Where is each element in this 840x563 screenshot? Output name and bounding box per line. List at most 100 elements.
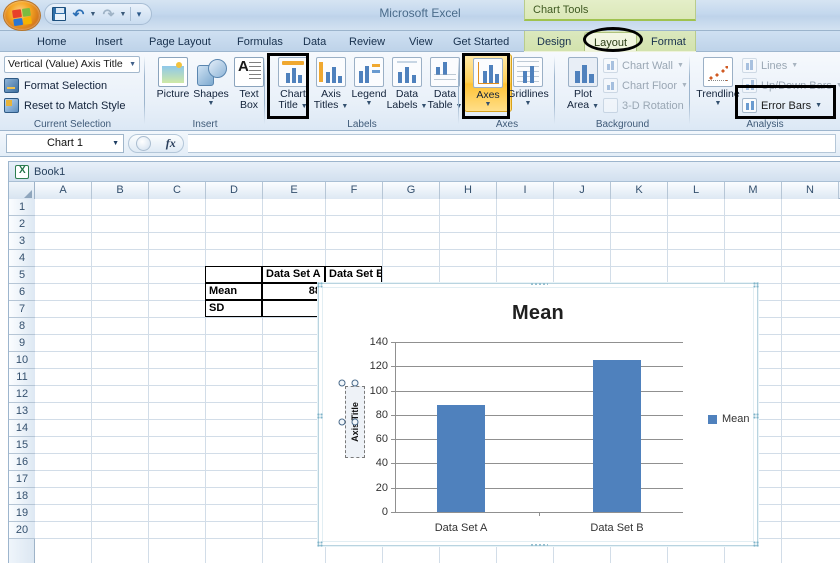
- up-down-bars-button[interactable]: Up/Down Bars ▼: [742, 76, 840, 95]
- plot-area-button[interactable]: Plot Area ▼: [559, 54, 607, 112]
- shapes-label: Shapes: [193, 88, 229, 100]
- row-header-17[interactable]: 17: [9, 471, 35, 488]
- chart-element-select-value: Vertical (Value) Axis Title: [8, 58, 123, 70]
- resize-handle-br[interactable]: [351, 418, 359, 426]
- select-all-button[interactable]: [9, 182, 35, 199]
- row-header-8[interactable]: 8: [9, 318, 35, 335]
- column-header-l[interactable]: L: [668, 182, 725, 199]
- tab-page-layout[interactable]: Page Layout: [140, 32, 220, 52]
- text-box-label-2: Box: [239, 99, 259, 111]
- chart-floor-button[interactable]: Chart Floor ▼: [603, 76, 688, 95]
- tab-format[interactable]: Format: [642, 32, 695, 52]
- tab-layout[interactable]: Layout: [584, 32, 638, 52]
- chart-handle-left-middle[interactable]: [317, 413, 323, 419]
- formula-input[interactable]: [188, 134, 836, 153]
- chevron-down-icon: ▼: [681, 82, 688, 89]
- row-header-1[interactable]: 1: [9, 199, 35, 216]
- resize-handle-bl[interactable]: [338, 418, 346, 426]
- column-header-j[interactable]: J: [554, 182, 611, 199]
- tab-data[interactable]: Data: [294, 32, 335, 52]
- column-header-n[interactable]: N: [782, 182, 839, 199]
- tab-insert[interactable]: Insert: [86, 32, 132, 52]
- plot-area[interactable]: 140 120 100 80 60 40 20 0 Data Set A Dat…: [370, 336, 683, 534]
- column-header-i[interactable]: I: [497, 182, 554, 199]
- text-box-icon: A: [234, 57, 264, 87]
- insert-function-orb-icon[interactable]: [136, 136, 152, 151]
- column-header-h[interactable]: H: [440, 182, 497, 199]
- tab-review[interactable]: Review: [340, 32, 394, 52]
- chart-wall-button[interactable]: Chart Wall ▼: [603, 56, 684, 75]
- tab-design[interactable]: Design: [528, 32, 580, 52]
- chart-element-select[interactable]: Vertical (Value) Axis Title ▼: [4, 56, 140, 73]
- error-bars-button[interactable]: Error Bars ▼: [742, 96, 822, 115]
- vertical-axis-title[interactable]: Axis Title: [338, 379, 365, 458]
- bar-data-set-b[interactable]: [593, 359, 641, 512]
- chart-floor-label: Chart Floor: [622, 79, 678, 92]
- chart-title[interactable]: Mean: [323, 302, 753, 325]
- y-tick-20: 20: [375, 481, 388, 494]
- insert-function-icon[interactable]: fx: [166, 136, 176, 151]
- row-header-13[interactable]: 13: [9, 403, 35, 420]
- cell-e5[interactable]: Data Set A: [262, 266, 325, 283]
- legend-label-mean: Mean: [722, 413, 750, 425]
- column-header-e[interactable]: E: [263, 182, 326, 199]
- chart-handle-bottom-middle[interactable]: [530, 543, 548, 547]
- cell-d5[interactable]: [205, 266, 262, 283]
- resize-handle-tr[interactable]: [351, 379, 359, 387]
- chart-handle-right-middle[interactable]: [753, 413, 759, 419]
- column-header-g[interactable]: G: [383, 182, 440, 199]
- row-header-10[interactable]: 10: [9, 352, 35, 369]
- tab-get-started[interactable]: Get Started: [444, 32, 518, 52]
- chart-handle-bottom-right[interactable]: [753, 541, 759, 547]
- chart-handle-bottom-left[interactable]: [317, 541, 323, 547]
- 3d-rotation-button[interactable]: 3-D Rotation: [603, 96, 684, 115]
- row-header-9[interactable]: 9: [9, 335, 35, 352]
- row-header-3[interactable]: 3: [9, 233, 35, 250]
- tab-view[interactable]: View: [400, 32, 442, 52]
- bar-data-set-a[interactable]: [437, 405, 485, 512]
- row-header-19[interactable]: 19: [9, 505, 35, 522]
- row-header-5[interactable]: 5: [9, 267, 35, 284]
- tab-home[interactable]: Home: [28, 32, 75, 52]
- row-header-11[interactable]: 11: [9, 369, 35, 386]
- column-header-f[interactable]: F: [326, 182, 383, 199]
- column-header-m[interactable]: M: [725, 182, 782, 199]
- column-header-b[interactable]: B: [92, 182, 149, 199]
- name-box[interactable]: Chart 1 ▼: [6, 134, 124, 153]
- chart-object[interactable]: Mean 140 120 100 80 60 40 20 0 Data Set …: [317, 282, 759, 547]
- reset-to-match-style-button[interactable]: Reset to Match Style: [4, 96, 126, 115]
- chart-handle-top-middle[interactable]: [530, 282, 548, 286]
- column-header-a[interactable]: A: [35, 182, 92, 199]
- resize-handle-tl[interactable]: [338, 379, 346, 387]
- row-header-15[interactable]: 15: [9, 437, 35, 454]
- chart-area[interactable]: Mean 140 120 100 80 60 40 20 0 Data Set …: [322, 287, 754, 542]
- gridlines-button[interactable]: Gridlines ▼: [504, 54, 552, 112]
- cell-e7[interactable]: [262, 300, 325, 317]
- chart-handle-top-right[interactable]: [753, 282, 759, 288]
- row-header-7[interactable]: 7: [9, 301, 35, 318]
- row-header-4[interactable]: 4: [9, 250, 35, 267]
- cell-e6[interactable]: 88: [262, 283, 325, 300]
- cell-d6[interactable]: Mean: [205, 283, 262, 300]
- group-label-background: Background: [595, 119, 650, 130]
- row-header-18[interactable]: 18: [9, 488, 35, 505]
- column-header-k[interactable]: K: [611, 182, 668, 199]
- lines-button[interactable]: Lines ▼: [742, 56, 798, 75]
- row-header-2[interactable]: 2: [9, 216, 35, 233]
- row-header-20[interactable]: 20: [9, 522, 35, 539]
- column-header-d[interactable]: D: [206, 182, 263, 199]
- trendline-button[interactable]: Trendline ▼: [694, 54, 742, 112]
- chart-handle-top-left[interactable]: [317, 282, 323, 288]
- chevron-down-icon: ▼: [129, 61, 136, 68]
- row-headers: 1 2 3 4 5 6 7 8 9 10 11 12 13 14 15 16 1…: [9, 199, 35, 563]
- format-selection-button[interactable]: Format Selection: [4, 76, 107, 95]
- chart-legend[interactable]: Mean: [708, 413, 750, 425]
- row-header-12[interactable]: 12: [9, 386, 35, 403]
- row-header-14[interactable]: 14: [9, 420, 35, 437]
- tab-formulas[interactable]: Formulas: [228, 32, 292, 52]
- row-header-6[interactable]: 6: [9, 284, 35, 301]
- cell-d7[interactable]: SD: [205, 300, 262, 317]
- cell-f5[interactable]: Data Set B: [325, 266, 382, 283]
- column-header-c[interactable]: C: [149, 182, 206, 199]
- row-header-16[interactable]: 16: [9, 454, 35, 471]
